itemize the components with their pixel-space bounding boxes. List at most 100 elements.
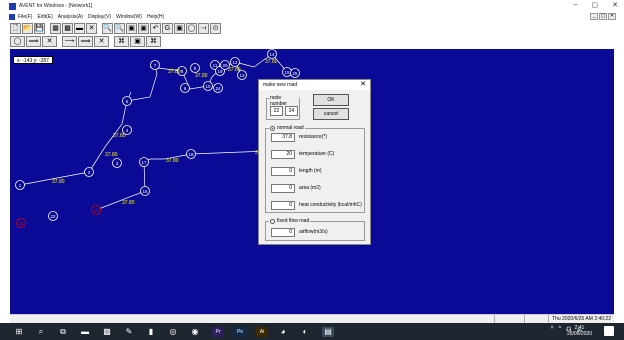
firefox-icon[interactable]: ◕	[278, 327, 288, 337]
airflow-field[interactable]: 0	[271, 228, 295, 237]
node-tool-button[interactable]: ◯	[10, 35, 25, 47]
app-icon-1[interactable]: ▩	[102, 327, 112, 337]
save-button[interactable]: 💾	[34, 22, 45, 34]
edge-resistance-label: 37.80	[228, 67, 241, 73]
link-tool-button[interactable]: ⌘	[114, 35, 129, 47]
resistance-field[interactable]: 37.8	[271, 133, 295, 142]
close-button[interactable]: ✕	[612, 1, 618, 9]
airflow-label: airflow(m3/s)	[299, 229, 328, 235]
cancel-button[interactable]: cancel	[313, 108, 349, 120]
app-icon-3[interactable]: ▮	[146, 327, 156, 337]
double-road-button[interactable]: ⟹	[78, 35, 93, 47]
chevron-up-icon[interactable]: ^	[558, 326, 561, 333]
heat-conductivity-field[interactable]: 0	[271, 201, 295, 210]
menu-bar: File(F) Edit(E) Analysis(A) Display(V) W…	[0, 12, 624, 22]
notification-icon[interactable]	[604, 326, 614, 336]
menu-analysis[interactable]: Analysis(A)	[58, 14, 83, 20]
edge-resistance-label: 37.80	[265, 59, 278, 65]
maximize-button[interactable]: ▢	[592, 1, 599, 9]
dialog-title: make new road	[263, 82, 298, 88]
illustrator-icon[interactable]: Ai	[256, 327, 268, 337]
edge-resistance-label: 37.80	[105, 152, 118, 158]
app-icon	[9, 2, 16, 10]
status-datetime: Thu 2020/6/25 AM 2:40:22	[548, 315, 614, 323]
line-button[interactable]: ⟞	[198, 22, 209, 34]
delete-tool-button[interactable]: ✕	[42, 35, 57, 47]
start-button[interactable]: ⊞	[14, 327, 24, 337]
grid-snap-button[interactable]: G	[162, 22, 173, 34]
node-label: 15	[284, 70, 290, 75]
undo-button[interactable]: ↶	[150, 22, 161, 34]
open-file-button[interactable]: 📂	[22, 22, 33, 34]
connect-tool-button[interactable]: ⌘	[146, 35, 161, 47]
temperature-label: temperature (C)	[299, 151, 335, 157]
document-icon[interactable]	[9, 14, 15, 20]
taskbar-clock[interactable]: 2:41 25/06/2020	[567, 325, 592, 337]
length-field[interactable]: 0	[271, 167, 295, 176]
circle-button[interactable]: ◯	[186, 22, 197, 34]
file-explorer-icon[interactable]: ▬	[80, 327, 90, 337]
cross-road-button[interactable]: ✕	[94, 35, 109, 47]
new-file-button[interactable]: 🗋	[10, 22, 21, 34]
road-tool-button[interactable]: ⟶	[62, 35, 77, 47]
app-icon-4[interactable]: ◎	[168, 327, 178, 337]
table-button[interactable]: ▩	[62, 22, 73, 34]
grid-button[interactable]: ▦	[50, 22, 61, 34]
resistance-label: resistance(*)	[299, 134, 328, 140]
clock-date: 25/06/2020	[566, 331, 592, 337]
main-toolbar: 🗋 📂 💾 ▦ ▩ ▬ ✕ 🔍 🔍 ▣ ▣ ↶ G ▣ ◯ ⟞ ⊙	[10, 22, 221, 34]
edge-resistance-label: 37.80	[166, 158, 179, 164]
menu-window[interactable]: Window(W)	[116, 14, 142, 20]
edge-resistance-label: 37.80	[195, 73, 208, 79]
node-label: 24	[215, 86, 221, 91]
person-icon[interactable]: ᴬ	[551, 326, 554, 333]
fixed-flow-radio[interactable]	[270, 218, 275, 224]
minimize-button[interactable]: –	[574, 1, 578, 9]
doc-minimize-button[interactable]: _	[590, 13, 598, 20]
fit-button[interactable]: ▣	[126, 22, 137, 34]
node-label: 25	[292, 71, 298, 76]
normal-road-radio[interactable]	[270, 125, 275, 131]
premiere-icon[interactable]: Pr	[212, 327, 224, 337]
menu-file[interactable]: File(F)	[18, 14, 32, 20]
node-label: 22	[50, 214, 56, 219]
node-label: 13	[239, 73, 245, 78]
edge-resistance-label: 37.80	[122, 200, 135, 206]
chrome-icon[interactable]: ◐	[300, 327, 310, 337]
menu-display[interactable]: Display(V)	[88, 14, 111, 20]
delete-button[interactable]: ✕	[86, 22, 97, 34]
make-new-road-dialog: make new road ✕ node number 22 24 OK can…	[258, 79, 371, 245]
search-icon[interactable]: ⌕	[36, 327, 46, 337]
doc-close-button[interactable]: ✕	[608, 13, 616, 20]
area-field[interactable]: 0	[271, 184, 295, 193]
window-controls: – ▢ ✕	[574, 1, 618, 9]
menu-help[interactable]: Help(H)	[147, 14, 164, 20]
edge-resistance-label: 37.80	[113, 133, 126, 139]
menu-edit[interactable]: Edit(E)	[37, 14, 52, 20]
bar-button[interactable]: ▬	[74, 22, 85, 34]
to-node-field[interactable]: 24	[285, 106, 298, 116]
node-label: 23	[93, 208, 99, 213]
photoshop-icon[interactable]: Ps	[234, 327, 246, 337]
layer-button[interactable]: ▣	[174, 22, 185, 34]
app-icon-2[interactable]: ✎	[124, 327, 134, 337]
app-icon-5[interactable]: ◉	[190, 327, 200, 337]
task-view-icon[interactable]: ⧉	[58, 327, 68, 337]
zoom-out-button[interactable]: 🔍	[114, 22, 125, 34]
temperature-field[interactable]: 20	[271, 150, 295, 159]
area-label: area (m2)	[299, 185, 321, 191]
fixed-flow-label: fixed flow road	[277, 218, 310, 224]
zoom-in-button[interactable]: 🔍	[102, 22, 113, 34]
from-node-field[interactable]: 22	[270, 106, 283, 116]
node-markers: 1234567891011121314151617181920212223242…	[15, 49, 300, 228]
dialog-close-icon[interactable]: ✕	[360, 80, 366, 90]
drawing-toolbar: ◯ ⟹ ✕ ⟶ ⟹ ✕ ⌘ ▣ ⌘	[10, 35, 161, 47]
edge-labels: 37.80 37.80 37.80 37.80 37.80 37.80 37.80 37.80…	[52, 59, 278, 206]
box-tool-button[interactable]: ▣	[130, 35, 145, 47]
ok-button[interactable]: OK	[313, 94, 349, 106]
doc-restore-button[interactable]: ▢	[599, 13, 607, 20]
fan-tool-button[interactable]: ⟹	[26, 35, 41, 47]
target-button[interactable]: ⊙	[210, 22, 221, 34]
avent-taskbar-icon[interactable]: ▤	[322, 327, 334, 337]
view-button[interactable]: ▣	[138, 22, 149, 34]
